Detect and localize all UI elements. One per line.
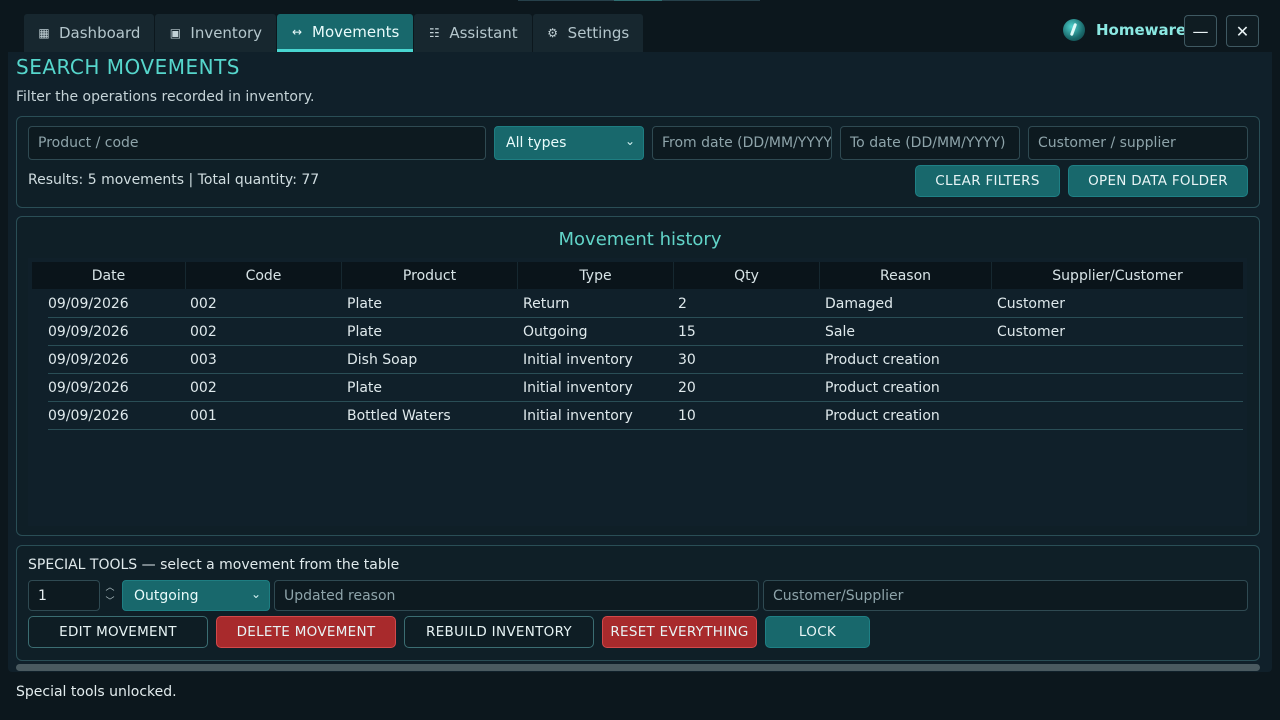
cell-code: 002	[190, 380, 217, 396]
type-filter-select[interactable]: All types ⌄	[494, 126, 644, 160]
tab-dashboard[interactable]: ▦ Dashboard	[24, 14, 155, 52]
page-subtitle: Filter the operations recorded in invent…	[16, 89, 315, 105]
cell-party: Customer	[997, 324, 1066, 340]
movement-type-select[interactable]: Outgoing ⌄	[122, 580, 270, 611]
page-title: SEARCH MOVEMENTS	[16, 55, 241, 79]
horizontal-scrollbar[interactable]	[16, 664, 1260, 671]
grid-icon: ▦	[38, 26, 50, 40]
cell-qty: 2	[678, 296, 687, 312]
table-row[interactable]: 09/09/2026 003 Dish Soap Initial invento…	[48, 346, 1243, 374]
cell-type: Outgoing	[523, 324, 588, 340]
cell-party: Customer	[997, 296, 1066, 312]
results-summary: Results: 5 movements | Total quantity: 7…	[28, 172, 320, 188]
list-icon: ☷	[428, 26, 440, 40]
table-row[interactable]: 09/09/2026 001 Bottled Waters Initial in…	[48, 402, 1243, 430]
chevron-up-icon[interactable]: ︿	[103, 581, 117, 595]
tab-label: Dashboard	[59, 24, 141, 42]
cell-date: 09/09/2026	[48, 380, 129, 396]
tab-assistant[interactable]: ☷ Assistant	[414, 14, 532, 52]
cell-code: 002	[190, 324, 217, 340]
cell-qty: 20	[678, 380, 696, 396]
quantity-stepper[interactable]: 1	[28, 580, 100, 611]
tab-inventory[interactable]: ▣ Inventory	[155, 14, 277, 52]
reset-everything-button[interactable]: RESET EVERYTHING	[602, 616, 757, 648]
cell-product: Dish Soap	[347, 352, 418, 368]
tab-label: Settings	[567, 24, 630, 42]
tab-label: Assistant	[449, 24, 518, 42]
cell-qty: 15	[678, 324, 696, 340]
reason-input[interactable]: Updated reason	[274, 580, 759, 611]
cell-type: Initial inventory	[523, 352, 633, 368]
cell-reason: Product creation	[825, 408, 940, 424]
special-tools-title: SPECIAL TOOLS — select a movement from t…	[28, 557, 400, 573]
top-accent	[614, 0, 662, 1]
cell-qty: 10	[678, 408, 696, 424]
cell-date: 09/09/2026	[48, 296, 129, 312]
cell-type: Initial inventory	[523, 408, 633, 424]
table-row[interactable]: 09/09/2026 002 Plate Initial inventory 2…	[48, 374, 1243, 402]
column-header[interactable]: Code	[186, 262, 342, 289]
tab-bar: ▦ Dashboard ▣ Inventory ↔ Movements ☷ As…	[24, 14, 644, 52]
chevron-down-icon[interactable]: ﹀	[103, 595, 117, 609]
cell-product: Plate	[347, 324, 383, 340]
rebuild-inventory-button[interactable]: REBUILD INVENTORY	[404, 616, 594, 648]
cell-product: Bottled Waters	[347, 408, 451, 424]
edit-movement-button[interactable]: EDIT MOVEMENT	[28, 616, 208, 648]
table-header: Date Code Product Type Qty Reason Suppli…	[32, 262, 1243, 289]
box-icon: ▣	[169, 26, 182, 40]
cell-reason: Sale	[825, 324, 855, 340]
product-search-input[interactable]: Product / code	[28, 126, 486, 160]
brand-name: Homeware	[1096, 21, 1187, 39]
history-title: Movement history	[558, 229, 722, 250]
tab-movements[interactable]: ↔ Movements	[277, 14, 414, 52]
column-header[interactable]: Reason	[820, 262, 992, 289]
gear-icon: ⚙	[547, 26, 559, 40]
cell-date: 09/09/2026	[48, 408, 129, 424]
lock-button[interactable]: LOCK	[765, 616, 870, 648]
stepper-arrows[interactable]: ︿ ﹀	[103, 581, 117, 611]
chevron-down-icon: ⌄	[624, 134, 635, 148]
column-header[interactable]: Supplier/Customer	[992, 262, 1243, 289]
top-accent	[518, 0, 614, 1]
logo-icon	[1063, 19, 1085, 41]
type-filter-value: All types	[506, 135, 567, 151]
cell-type: Initial inventory	[523, 380, 633, 396]
column-header[interactable]: Date	[32, 262, 186, 289]
to-date-input[interactable]: To date (DD/MM/YYYY)	[840, 126, 1020, 160]
cell-reason: Damaged	[825, 296, 893, 312]
cell-reason: Product creation	[825, 380, 940, 396]
arrows-icon: ↔	[292, 24, 303, 39]
clear-filters-button[interactable]: CLEAR FILTERS	[915, 165, 1060, 197]
from-date-input[interactable]: From date (DD/MM/YYYY)	[652, 126, 832, 160]
table-row[interactable]: 09/09/2026 002 Plate Outgoing 15 Sale Cu…	[48, 318, 1243, 346]
top-accent	[662, 0, 760, 1]
customer-supplier-input[interactable]: Customer / supplier	[1028, 126, 1248, 160]
cell-code: 003	[190, 352, 217, 368]
cell-date: 09/09/2026	[48, 324, 129, 340]
close-button[interactable]: ✕	[1226, 15, 1259, 47]
cell-type: Return	[523, 296, 570, 312]
delete-movement-button[interactable]: DELETE MOVEMENT	[216, 616, 396, 648]
cell-qty: 30	[678, 352, 696, 368]
open-data-folder-button[interactable]: OPEN DATA FOLDER	[1068, 165, 1248, 197]
column-header[interactable]: Type	[518, 262, 674, 289]
movement-type-value: Outgoing	[134, 587, 199, 604]
cell-date: 09/09/2026	[48, 352, 129, 368]
tab-label: Movements	[312, 22, 400, 41]
status-message: Special tools unlocked.	[16, 684, 177, 700]
minimize-button[interactable]: —	[1184, 15, 1217, 47]
cell-product: Plate	[347, 380, 383, 396]
chevron-down-icon: ⌄	[250, 587, 261, 601]
table-row[interactable]: 09/09/2026 002 Plate Return 2 Damaged Cu…	[48, 290, 1243, 318]
column-header[interactable]: Product	[342, 262, 518, 289]
cell-product: Plate	[347, 296, 383, 312]
cell-code: 001	[190, 408, 217, 424]
tab-label: Inventory	[190, 24, 263, 42]
brand: Homeware	[1063, 19, 1186, 41]
tools-party-input[interactable]: Customer/Supplier	[763, 580, 1248, 611]
cell-code: 002	[190, 296, 217, 312]
cell-reason: Product creation	[825, 352, 940, 368]
tab-settings[interactable]: ⚙ Settings	[532, 14, 644, 52]
column-header[interactable]: Qty	[674, 262, 820, 289]
